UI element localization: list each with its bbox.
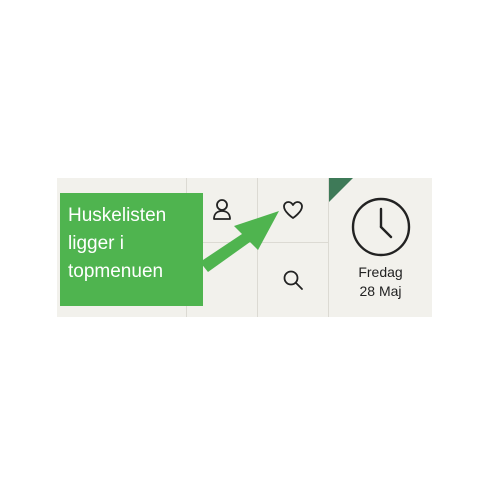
date-widget[interactable]: Fredag 28 Maj: [329, 178, 432, 317]
tutorial-stage: Fredag 28 Maj Huskelisten ligger i topme…: [0, 0, 496, 496]
date-day-month: 28 Maj: [359, 283, 402, 299]
callout-line: ligger i: [68, 233, 124, 254]
callout-line: topmenuen: [68, 261, 164, 282]
search-button[interactable]: [258, 243, 328, 317]
wishlist-button[interactable]: [258, 178, 328, 242]
user-icon: [213, 199, 231, 220]
search-icon: [283, 270, 303, 290]
date-weekday: Fredag: [358, 264, 403, 280]
callout-line: Huskelisten: [68, 205, 167, 226]
clock-icon: [351, 197, 411, 257]
heart-icon: [283, 201, 303, 219]
tutorial-callout: Huskelisten ligger i topmenuen: [60, 193, 203, 306]
